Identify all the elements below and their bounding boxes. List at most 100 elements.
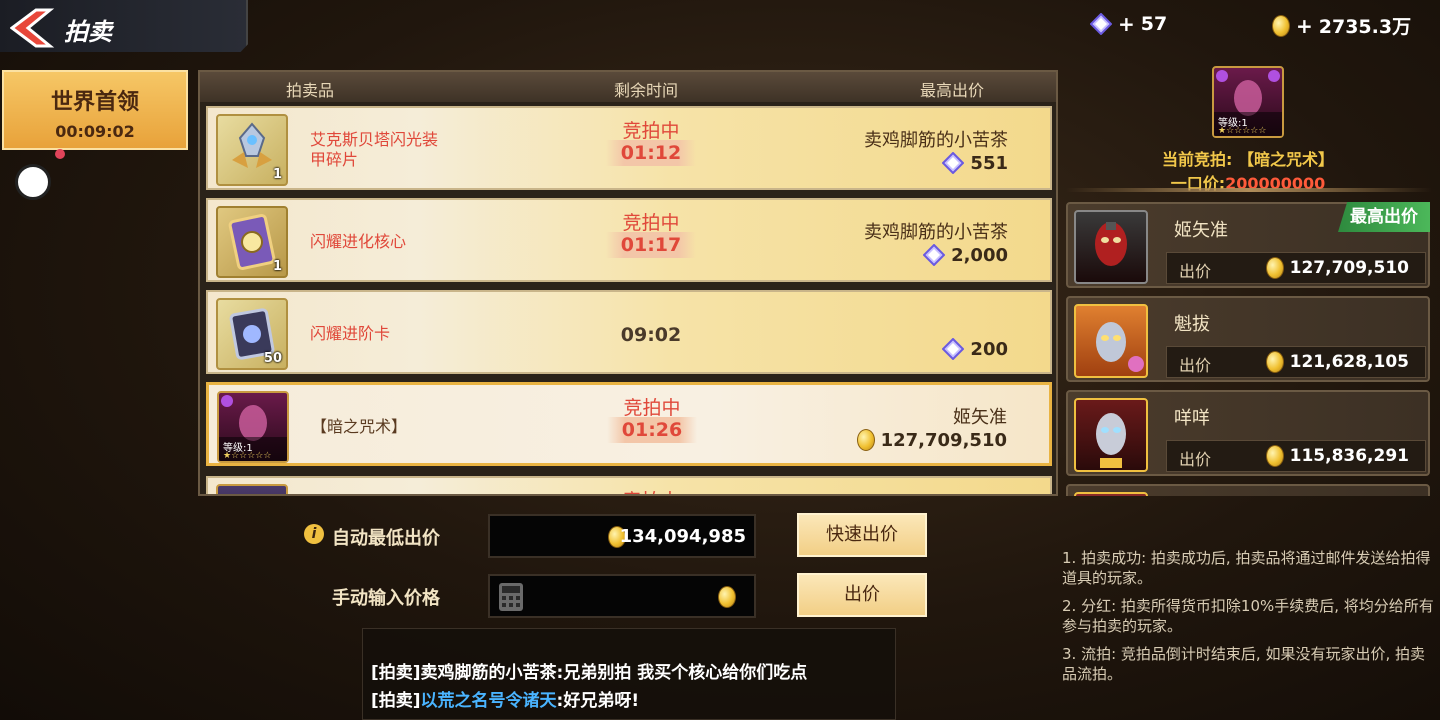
item-name: 艾克斯贝塔闪光装甲碎片 <box>310 130 439 169</box>
star-rating-icon: ★☆☆☆☆☆ <box>223 451 272 461</box>
notification-dot <box>55 149 65 159</box>
bid-amount-row: 出价 121,628,105 <box>1166 346 1426 378</box>
current-auction-item: 【暗之咒术】 <box>1237 150 1334 169</box>
header-top-bid: 最高出价 <box>920 81 985 100</box>
bid-ranking-list[interactable]: 姬矢准 最高出价 出价 127,709,510 魁拔 出价 121,628,10… <box>1066 198 1432 496</box>
gold-coin-icon <box>1265 351 1284 373</box>
current-auction: 当前竞拍: 【暗之咒术】 <box>1068 146 1428 170</box>
auction-timer: 01:12 <box>606 140 696 166</box>
back-button[interactable] <box>9 8 58 48</box>
price-value: 551 <box>970 152 1008 174</box>
auction-status: 竞拍中 <box>622 212 680 234</box>
gold-coin-icon <box>718 586 736 608</box>
avatar <box>1074 492 1148 496</box>
crystal-currency[interactable]: + 57 <box>1090 12 1167 36</box>
auction-row[interactable]: 50 闪耀进阶卡 09:02 200 <box>206 290 1052 374</box>
auction-timer: 01:17 <box>606 232 696 258</box>
auction-status: 竞拍中 <box>606 486 696 494</box>
advance-card-icon: 50 <box>216 298 288 370</box>
manual-bid-label: 手动输入价格 <box>332 588 440 609</box>
star-rating-icon: ★☆☆☆☆☆ <box>1218 126 1267 136</box>
rule-item: 3. 流拍: 竞拍品倒计时结束后, 如果没有玩家出价, 拍卖品流拍。 <box>1062 645 1425 683</box>
quick-bid-button[interactable]: 快速出价 <box>797 513 927 557</box>
top-price: 551 <box>942 152 1008 174</box>
floating-assist-button[interactable] <box>15 164 51 200</box>
bid-amount: 121,628,105 <box>1265 351 1409 373</box>
auction-status: 竞拍中 <box>622 120 680 142</box>
item-count: 1 <box>272 259 282 274</box>
manual-bid-input[interactable] <box>488 574 756 618</box>
top-price: 200 <box>942 338 1008 360</box>
info-icon[interactable]: i <box>304 524 324 544</box>
add-crystal-plus[interactable]: + <box>1118 12 1135 36</box>
bid-card: 姬矢准 最高出价 出价 127,709,510 <box>1066 202 1430 288</box>
bidder-name: 魁拔 <box>1174 314 1210 335</box>
calculator-icon[interactable] <box>498 582 524 612</box>
header-time: 剩余时间 <box>614 81 679 100</box>
price-value: 200 <box>970 338 1008 360</box>
auction-timer: 01:26 <box>607 417 697 443</box>
top-price: 2,000 <box>923 244 1008 266</box>
crystal-icon <box>1090 13 1112 35</box>
auto-bid-value: 134,094,985 <box>619 526 746 547</box>
auction-row-selected[interactable]: 等级:1 ★☆☆☆☆☆ 【暗之咒术】 竞拍中 01:26 姬矢准 127,709… <box>206 382 1052 466</box>
add-gold-plus[interactable]: + <box>1296 14 1313 38</box>
chat-box[interactable]: [拍卖]卖鸡脚筋的小苦茶:兄弟别拍 我买个核心给你们吃点 [拍卖]以荒之名号令诸… <box>362 628 896 720</box>
crystal-icon <box>942 338 965 360</box>
auction-table: 拍卖品 剩余时间 最高出价 1 艾克斯贝塔闪光装甲碎片 竞拍中 01:12 卖鸡… <box>198 70 1058 496</box>
bid-card: 魁拔 出价 121,628,105 <box>1066 296 1430 382</box>
item-count: 1 <box>272 167 282 182</box>
armor-fragment-icon: 1 <box>216 114 288 186</box>
back-arrow-icon <box>9 8 55 48</box>
bid-amount: 127,709,510 <box>1265 257 1409 279</box>
top-bidder: 姬矢准 <box>953 407 1007 428</box>
bid-card: 咩咩 出价 115,836,291 <box>1066 390 1430 476</box>
divider <box>1066 188 1432 192</box>
top-bidder: 卖鸡脚筋的小苦茶 <box>864 222 1008 243</box>
world-boss-tab[interactable]: 世界首领 00:09:02 <box>2 70 188 150</box>
bid-amount-row: 出价 115,836,291 <box>1166 440 1426 472</box>
avatar <box>1074 304 1148 378</box>
gold-coin-icon <box>1265 257 1284 279</box>
bid-label: 出价 <box>1179 356 1212 375</box>
current-item-icon[interactable]: 等级:1 ★☆☆☆☆☆ <box>1212 66 1284 138</box>
gold-coin-icon <box>856 429 875 451</box>
bid-label: 出价 <box>1179 262 1212 281</box>
item-name: 闪耀进阶卡 <box>310 324 391 343</box>
gold-coin-icon <box>1265 445 1284 467</box>
chat-text: :好兄弟呀! <box>556 691 640 711</box>
auto-bid-field: 134,094,985 <box>488 514 756 558</box>
item-icon <box>216 484 288 494</box>
bid-label: 出价 <box>1179 450 1212 469</box>
bid-amount-value: 121,628,105 <box>1289 352 1409 372</box>
price-value: 127,709,510 <box>880 429 1007 451</box>
auction-row[interactable]: 1 闪耀进化核心 竞拍中 01:17 卖鸡脚筋的小苦茶 2,000 <box>206 198 1052 282</box>
avatar <box>1074 210 1148 284</box>
top-bid-badge: 最高出价 <box>1338 202 1430 232</box>
bid-button[interactable]: 出价 <box>797 573 927 617</box>
chat-prefix: [拍卖] <box>371 691 421 711</box>
table-header: 拍卖品 剩余时间 最高出价 <box>200 72 1056 102</box>
dark-curse-icon: 等级:1 ★☆☆☆☆☆ <box>217 391 289 463</box>
item-name: 【暗之咒术】 <box>311 417 408 436</box>
price-value: 2,000 <box>951 244 1008 266</box>
gold-amount: 2735.3万 <box>1318 16 1412 38</box>
page-title: 拍卖 <box>64 18 112 46</box>
auction-row[interactable]: 竞拍中 <box>206 476 1052 494</box>
auction-row[interactable]: 1 艾克斯贝塔闪光装甲碎片 竞拍中 01:12 卖鸡脚筋的小苦茶 551 <box>206 106 1052 190</box>
current-auction-label: 当前竞拍: <box>1162 150 1233 169</box>
chat-player-link[interactable]: 以荒之名号令诸天 <box>421 691 557 711</box>
evolution-core-icon: 1 <box>216 206 288 278</box>
world-boss-tab-timer: 00:09:02 <box>55 122 135 141</box>
bidder-name: 咩咩 <box>1174 408 1210 429</box>
bid-card <box>1066 484 1430 496</box>
gold-coin-icon <box>1272 14 1290 37</box>
gold-currency[interactable]: + 2735.3万 <box>1272 12 1411 39</box>
bid-amount-value: 127,709,510 <box>1289 258 1409 278</box>
rule-item: 1. 拍卖成功: 拍卖成功后, 拍卖品将通过邮件发送给拍得道具的玩家。 <box>1062 549 1431 587</box>
crystal-icon <box>923 244 946 266</box>
bid-amount: 115,836,291 <box>1265 445 1409 467</box>
avatar <box>1074 398 1148 472</box>
crystal-icon <box>942 152 965 174</box>
chat-message: [拍卖]卖鸡脚筋的小苦茶:兄弟别拍 我买个核心给你们吃点 <box>371 663 808 683</box>
